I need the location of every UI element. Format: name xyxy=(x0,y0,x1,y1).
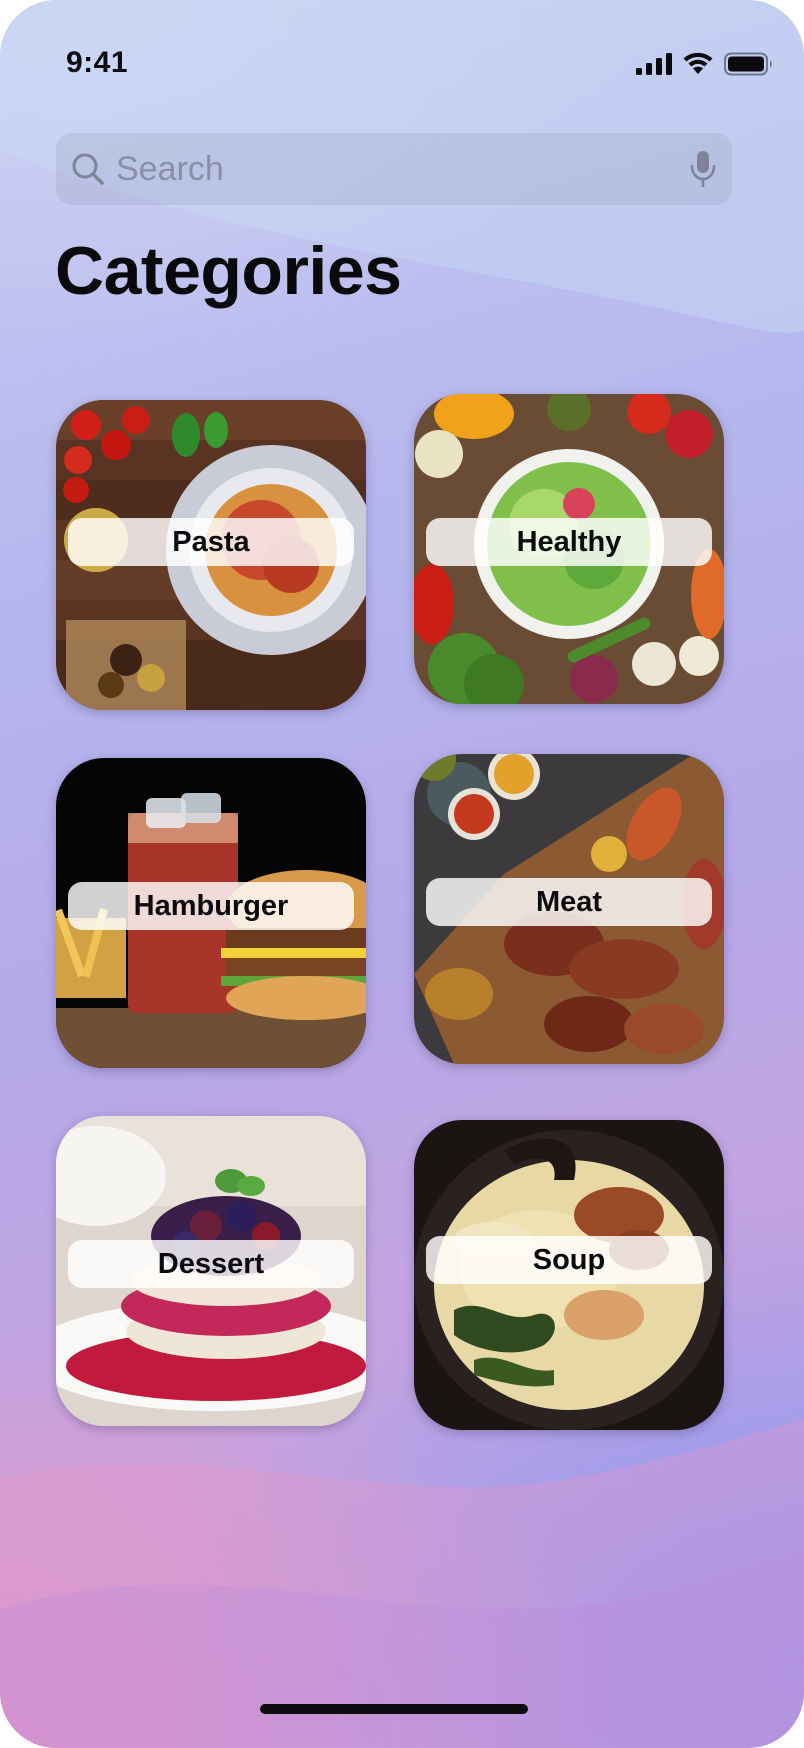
status-icons xyxy=(636,52,774,76)
category-label: Healthy xyxy=(426,518,712,566)
category-label: Pasta xyxy=(68,518,354,566)
status-bar: 9:41 xyxy=(0,0,804,130)
status-time: 9:41 xyxy=(66,46,129,79)
category-card-meat[interactable]: Meat xyxy=(414,754,724,1064)
wifi-icon xyxy=(683,52,713,74)
category-card-pasta[interactable]: Pasta xyxy=(56,400,366,710)
category-card-dessert[interactable]: Dessert xyxy=(56,1116,366,1426)
mic-icon[interactable] xyxy=(688,149,718,189)
battery-icon xyxy=(724,52,772,76)
search-input[interactable] xyxy=(116,149,636,189)
category-label: Dessert xyxy=(68,1240,354,1288)
home-indicator[interactable] xyxy=(260,1704,528,1714)
cellular-signal-icon xyxy=(636,53,672,75)
category-label: Hamburger xyxy=(68,882,354,930)
phone-screen: 9:41 Search Categories Pasta Healthy Ham… xyxy=(0,0,804,1748)
category-card-hamburger[interactable]: Hamburger xyxy=(56,758,366,1068)
category-card-soup[interactable]: Soup xyxy=(414,1120,724,1430)
category-card-healthy[interactable]: Healthy xyxy=(414,394,724,704)
category-label: Soup xyxy=(426,1236,712,1284)
search-bar[interactable] xyxy=(56,133,732,205)
page-title: Categories xyxy=(55,233,402,309)
search-icon xyxy=(72,153,104,185)
category-label: Meat xyxy=(426,878,712,926)
